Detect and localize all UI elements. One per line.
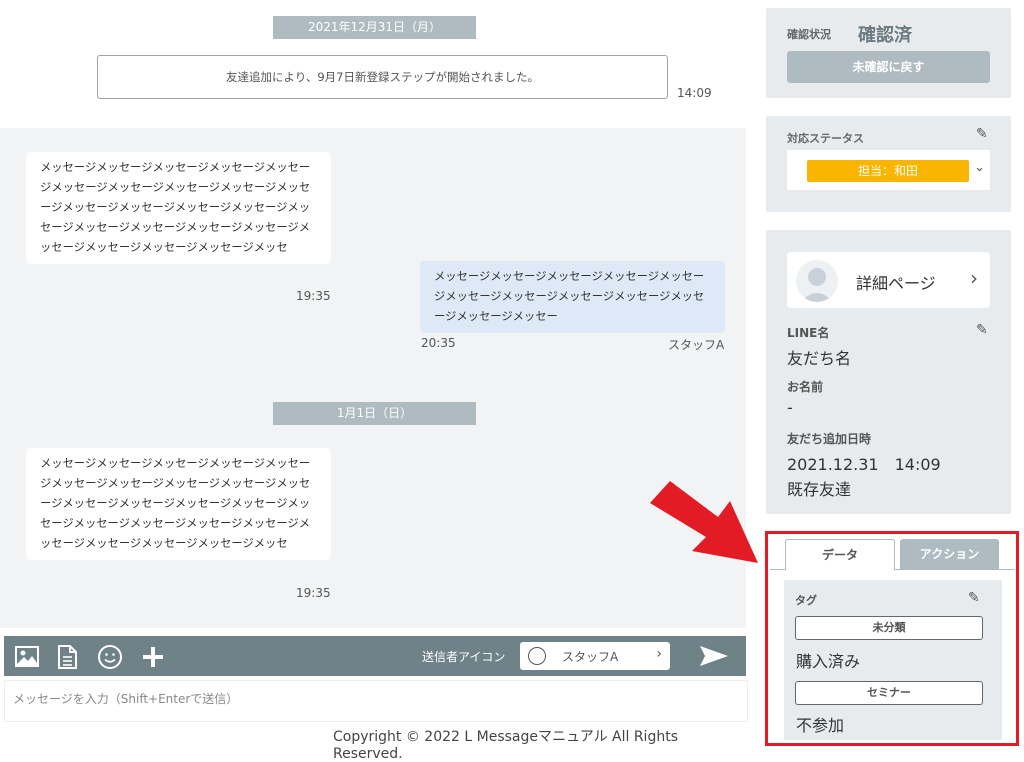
document-icon[interactable] xyxy=(54,644,80,670)
system-message-time: 14:09 xyxy=(677,86,712,100)
added-date-label: 友だち追加日時 xyxy=(787,432,872,446)
sender-name: スタッフA xyxy=(562,650,619,664)
name-label: お名前 xyxy=(787,380,824,394)
line-name-value: 友だち名 xyxy=(787,349,852,368)
system-message: 友達追加により、9月7日新登録ステップが開始されました。 xyxy=(97,55,668,99)
sender-select[interactable]: スタッフA › xyxy=(520,642,670,670)
red-arrow-icon xyxy=(650,481,758,563)
date-separator: 2021年12月31日（月） xyxy=(273,16,476,39)
chevron-right-icon: › xyxy=(656,646,662,662)
sender-icon-label: 送信者アイコン xyxy=(422,650,506,664)
plus-icon[interactable] xyxy=(140,644,166,670)
confirm-status-label: 確認状況 xyxy=(787,28,831,41)
chevron-right-icon: › xyxy=(970,266,978,290)
added-date-value: 2021.12.31 14:09 xyxy=(787,455,941,474)
edit-pencil-icon[interactable]: ✎ xyxy=(976,126,988,142)
image-icon[interactable] xyxy=(14,644,40,670)
mark-unconfirmed-button[interactable]: 未確認に戻す xyxy=(787,51,990,83)
staff-name: スタッフA xyxy=(668,338,725,352)
incoming-message: メッセージメッセージメッセージメッセージメッセージメッセージメッセージメッセージ… xyxy=(26,152,331,264)
avatar-icon xyxy=(796,260,838,302)
status-chip: 担当：和田 xyxy=(807,160,969,182)
friend-type-value: 既存友達 xyxy=(787,480,852,499)
line-name-label: LINE名 xyxy=(787,326,830,340)
outgoing-message: メッセージメッセージメッセージメッセージメッセージメッセージメッセージメッセージ… xyxy=(420,261,725,333)
message-input[interactable] xyxy=(5,681,741,717)
confirm-status-value: 確認済 xyxy=(858,25,912,46)
message-time: 19:35 xyxy=(296,289,331,303)
response-status-label: 対応ステータス xyxy=(787,132,864,145)
message-time: 20:35 xyxy=(421,336,456,350)
composer-toolbar: 送信者アイコン スタッフA › xyxy=(4,636,746,676)
response-status-select[interactable]: 担当：和田 ⌄ xyxy=(787,150,990,190)
send-icon[interactable] xyxy=(699,644,729,668)
copyright: Copyright © 2022 L Messageマニュアル All Righ… xyxy=(333,729,678,762)
emoji-icon[interactable] xyxy=(97,644,123,670)
detail-page-link[interactable]: 詳細ページ › xyxy=(787,252,990,308)
edit-pencil-icon[interactable]: ✎ xyxy=(976,322,988,338)
name-value: - xyxy=(787,398,793,417)
chat-area: 2021年12月31日（月） 友達追加により、9月7日新登録ステップが開始されま… xyxy=(0,0,752,762)
incoming-message: メッセージメッセージメッセージメッセージメッセージメッセージメッセージメッセージ… xyxy=(26,448,331,560)
chevron-down-icon: ⌄ xyxy=(974,160,985,175)
highlight-box xyxy=(765,531,1019,746)
date-separator: 1月1日（日） xyxy=(273,402,476,425)
message-input-area[interactable] xyxy=(4,680,748,722)
detail-page-label: 詳細ページ xyxy=(856,274,936,293)
message-time: 19:35 xyxy=(296,586,331,600)
sender-avatar-icon xyxy=(528,647,546,665)
